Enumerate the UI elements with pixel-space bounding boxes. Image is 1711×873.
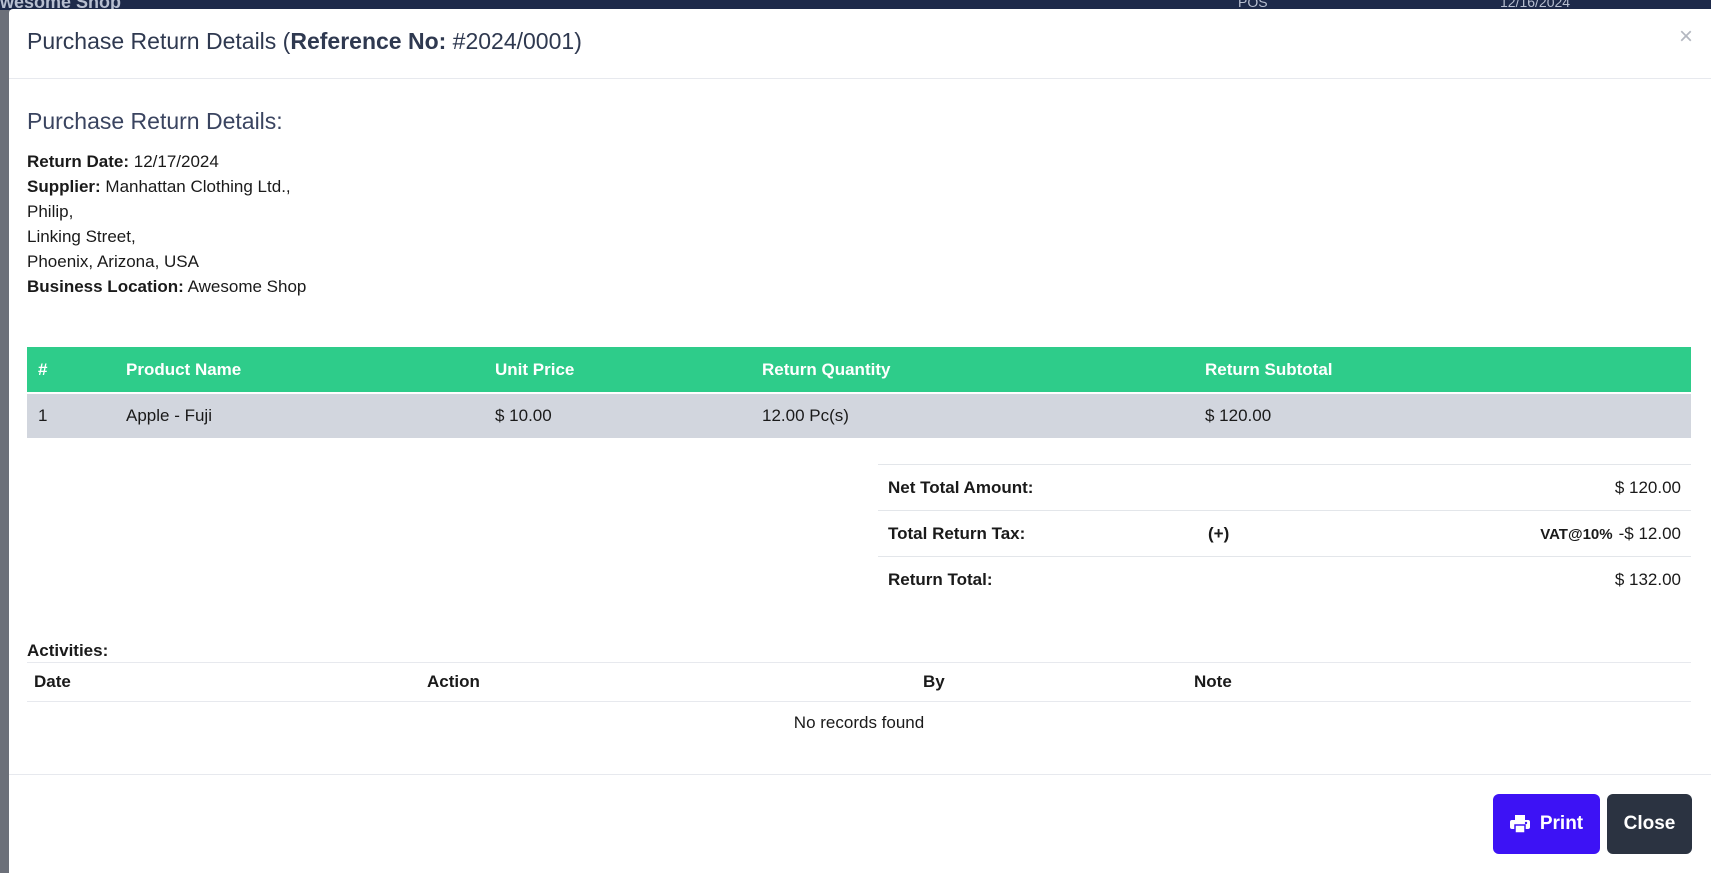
close-button[interactable]: Close	[1607, 794, 1692, 854]
empty-row: No records found	[27, 702, 1691, 745]
return-tax-sign: (+)	[1198, 510, 1299, 557]
print-label: Print	[1539, 813, 1584, 834]
empty-message: No records found	[793, 713, 925, 732]
net-total-spacer	[1198, 464, 1299, 511]
totals-table: Net Total Amount: $ 120.00 Total Return …	[878, 464, 1691, 602]
background-sidebar	[0, 10, 9, 873]
col-note: Note	[1187, 662, 1691, 702]
row-return-quantity: 12.00 Pc(s)	[751, 393, 1194, 438]
return-total-label: Return Total:	[878, 556, 1198, 602]
row-product-name: Apple - Fuji	[115, 393, 484, 438]
modal-title: Purchase Return Details (Reference No: #…	[27, 28, 582, 55]
supplier-name: Manhattan Clothing Ltd.,	[105, 177, 291, 196]
col-number: #	[27, 347, 115, 394]
products-header-row: # Product Name Unit Price Return Quantit…	[27, 347, 1691, 394]
location-value: Awesome Shop	[187, 277, 307, 296]
return-date-row: Return Date: 12/17/2024	[27, 149, 306, 174]
col-unit-price: Unit Price	[484, 347, 751, 394]
return-tax-row: Total Return Tax: (+) VAT@10% -$ 12.00	[878, 510, 1691, 557]
return-total-spacer	[1198, 556, 1299, 602]
supplier-label: Supplier:	[27, 177, 101, 196]
row-number: 1	[27, 393, 115, 438]
section-heading: Purchase Return Details:	[27, 108, 283, 134]
row-unit-price: $ 10.00	[484, 393, 751, 438]
modal-header: Purchase Return Details (Reference No: #…	[9, 9, 1711, 79]
return-date-value: 12/17/2024	[133, 152, 219, 171]
title-prefix: Purchase Return Details (	[27, 28, 291, 54]
col-return-subtotal: Return Subtotal	[1194, 347, 1691, 394]
location-label: Business Location:	[27, 277, 184, 296]
location-row: Business Location: Awesome Shop	[27, 274, 306, 299]
close-icon[interactable]: ×	[1679, 25, 1693, 49]
activities-header-row: Date Action By Note	[27, 662, 1691, 702]
row-return-subtotal: $ 120.00	[1194, 393, 1691, 438]
return-total-row: Return Total: $ 132.00	[878, 556, 1691, 602]
col-return-quantity: Return Quantity	[751, 347, 1194, 394]
supplier-row: Supplier: Manhattan Clothing Ltd.,	[27, 174, 306, 199]
return-total-value: $ 132.00	[1298, 556, 1691, 602]
close-label: Close	[1623, 813, 1676, 834]
return-tax-label: Total Return Tax:	[878, 510, 1198, 557]
reference-label: Reference No:	[290, 28, 447, 54]
col-product-name: Product Name	[115, 347, 484, 394]
supplier-street: Linking Street,	[27, 227, 136, 246]
products-table: # Product Name Unit Price Return Quantit…	[27, 347, 1691, 438]
net-total-value: $ 120.00	[1298, 464, 1691, 511]
tax-name: VAT@10%	[1540, 525, 1613, 543]
col-action: Action	[420, 662, 916, 702]
print-button[interactable]: Print	[1493, 794, 1600, 854]
tax-value: -$ 12.00	[1618, 523, 1681, 543]
activities-title: Activities:	[27, 641, 109, 660]
return-date-label: Return Date:	[27, 152, 130, 171]
col-date: Date	[27, 662, 420, 702]
table-row: 1 Apple - Fuji $ 10.00 12.00 Pc(s) $ 120…	[27, 393, 1691, 438]
print-icon	[1509, 815, 1530, 833]
supplier-city: Phoenix, Arizona, USA	[27, 252, 199, 271]
modal-footer-divider	[9, 774, 1711, 775]
title-suffix: )	[574, 28, 582, 54]
activities-table: Date Action By Note No records found	[27, 662, 1691, 744]
return-info: Return Date: 12/17/2024 Supplier: Manhat…	[27, 149, 306, 299]
reference-value: #2024/0001	[452, 28, 575, 54]
purchase-return-modal: Purchase Return Details (Reference No: #…	[9, 9, 1711, 873]
supplier-contact: Philip,	[27, 202, 74, 221]
return-tax-value-cell: VAT@10% -$ 12.00	[1298, 510, 1691, 557]
net-total-row: Net Total Amount: $ 120.00	[878, 464, 1691, 511]
net-total-label: Net Total Amount:	[878, 464, 1198, 511]
col-by: By	[916, 662, 1187, 702]
